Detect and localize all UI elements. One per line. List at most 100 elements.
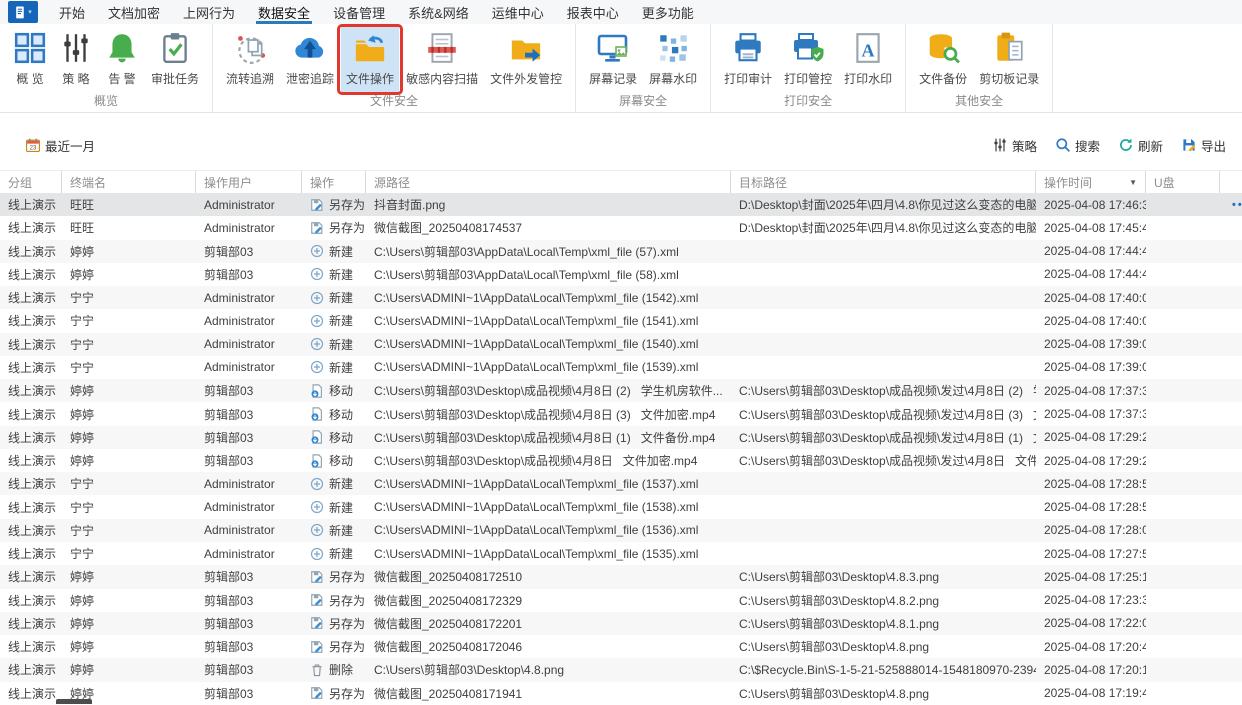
- group-cell: 线上演示: [8, 384, 57, 399]
- table-row[interactable]: 线上演示 婷婷 剪辑部03 另存为 微信截图_20250408171941 C:\User…: [0, 682, 1242, 705]
- date-range-filter[interactable]: 23 最近一月: [25, 136, 95, 155]
- ribbon-button-敏感内容扫描[interactable]: 敏感内容扫描: [401, 26, 483, 93]
- new-plus-icon: [310, 244, 324, 258]
- app-menu-button[interactable]: ▾: [8, 1, 38, 23]
- column-header-源路径[interactable]: 源路径: [366, 171, 731, 193]
- table-row[interactable]: 线上演示 宁宁 Administrator 新建 C:\Users\ADMINI~1\A…: [0, 332, 1242, 356]
- tab-文档加密[interactable]: 文档加密: [106, 0, 162, 24]
- 刷新-button[interactable]: 刷新: [1118, 136, 1163, 155]
- column-header-U盘[interactable]: U盘: [1146, 171, 1220, 193]
- ribbon-button-审批任务[interactable]: 审批任务: [146, 26, 204, 93]
- tab-报表中心[interactable]: 报表中心: [565, 0, 621, 24]
- table-row[interactable]: 线上演示 宁宁 Administrator 新建 C:\Users\ADMINI~1\A…: [0, 518, 1242, 542]
- table-row[interactable]: 线上演示 宁宁 Administrator 新建 C:\Users\ADMINI~1\A…: [0, 286, 1242, 310]
- user-cell: 剪辑部03: [204, 430, 254, 445]
- column-header-操作[interactable]: 操作: [302, 171, 366, 193]
- user-cell: Administrator: [204, 197, 275, 212]
- table-row[interactable]: 线上演示 旺旺 Administrator 另存为 微信截图_2025040817453…: [0, 216, 1242, 239]
- ribbon-button-打印管控[interactable]: 打印管控: [779, 26, 837, 93]
- table-row[interactable]: 线上演示 婷婷 剪辑部03 另存为 微信截图_20250408172201 C:\User…: [0, 611, 1242, 636]
- ribbon-button-label: 泄密追踪: [286, 72, 335, 86]
- column-header-目标路径[interactable]: 目标路径: [731, 171, 1036, 193]
- operation-cell: 移动: [302, 402, 366, 425]
- ribbon-button-屏幕水印[interactable]: 屏幕水印: [644, 26, 702, 93]
- ribbon-button-文件备份[interactable]: 文件备份: [914, 26, 972, 93]
- overview-grid-icon: [13, 31, 47, 65]
- ribbon-button-打印水印[interactable]: A 打印水印: [839, 26, 897, 93]
- ribbon-button-泄密追踪[interactable]: 泄密追踪: [281, 26, 339, 93]
- source-path-cell: 抖音封面.png: [374, 198, 446, 213]
- ribbon-button-文件外发管控[interactable]: 文件外发管控: [485, 26, 567, 93]
- ribbon-button-屏幕记录[interactable]: 屏幕记录: [584, 26, 642, 93]
- source-path-cell: C:\Users\剪辑部03\Desktop\成品视频\4月8日 (2) 学生机…: [374, 384, 723, 399]
- target-path-cell: C:\Users\剪辑部03\Desktop\成品视频\发过\4月8日 (2) …: [739, 384, 1036, 399]
- table-row[interactable]: 线上演示 宁宁 Administrator 新建 C:\Users\ADMINI~1\A…: [0, 309, 1242, 332]
- ribbon-button-剪切板记录[interactable]: 剪切板记录: [974, 26, 1044, 93]
- column-header-操作时间[interactable]: 操作时间 ▼: [1036, 171, 1146, 193]
- table-row[interactable]: 线上演示 旺旺 Administrator 另存为 抖音封面.png D:\Desktop…: [0, 193, 1242, 217]
- tab-系统&网络[interactable]: 系统&网络: [406, 0, 471, 24]
- group-cell: 线上演示: [8, 640, 57, 655]
- column-header-终端名[interactable]: 终端名: [62, 171, 196, 193]
- target-path-cell: [731, 333, 1036, 356]
- tab-设备管理[interactable]: 设备管理: [331, 0, 387, 24]
- column-header-分组[interactable]: 分组: [0, 171, 62, 193]
- table-row[interactable]: 线上演示 婷婷 剪辑部03 移动 C:\Users\剪辑部03\Desktop\成品视频…: [0, 449, 1242, 472]
- filter-toolbar: 23 最近一月 策略 搜索 刷新 导出: [0, 128, 1242, 162]
- usb-cell: [1146, 682, 1220, 705]
- operation-time-cell: 2025-04-08 17:40:03: [1044, 290, 1146, 305]
- source-path-cell: 微信截图_20250408174537: [374, 221, 523, 236]
- operation-cell: 另存为: [302, 193, 366, 216]
- 导出-button[interactable]: 导出: [1181, 136, 1226, 155]
- source-path-cell: 微信截图_20250408171941: [374, 686, 523, 701]
- table-row[interactable]: 线上演示 宁宁 Administrator 新建 C:\Users\ADMINI~1\A…: [0, 542, 1242, 565]
- operation-time-cell: 2025-04-08 17:44:45: [1044, 244, 1146, 259]
- column-header-操作用户[interactable]: 操作用户: [196, 171, 302, 193]
- tab-开始[interactable]: 开始: [57, 0, 87, 24]
- table-row[interactable]: 线上演示 婷婷 剪辑部03 新建 C:\Users\剪辑部03\AppData\Loca…: [0, 263, 1242, 286]
- table-row[interactable]: 线上演示 婷婷 剪辑部03 另存为 微信截图_20250408172510 C:\User…: [0, 565, 1242, 589]
- row-actions-cell: [1220, 356, 1242, 379]
- operation-time-cell: 2025-04-08 17:45:41: [1044, 220, 1146, 235]
- tab-上网行为[interactable]: 上网行为: [181, 0, 237, 24]
- target-path-cell: C:\$Recycle.Bin\S-1-5-21-525888014-15481…: [739, 662, 1036, 677]
- tab-数据安全[interactable]: 数据安全: [256, 0, 312, 24]
- row-actions-cell: [1220, 658, 1242, 681]
- tab-更多功能[interactable]: 更多功能: [640, 0, 696, 24]
- ribbon-button-打印审计[interactable]: 打印审计: [719, 26, 777, 93]
- user-cell: 剪辑部03: [204, 454, 254, 469]
- sort-caret-icon[interactable]: ▼: [1129, 178, 1137, 187]
- save-as-icon: [310, 686, 324, 700]
- user-cell: 剪辑部03: [204, 244, 254, 259]
- ribbon-button-文件操作[interactable]: 文件操作: [337, 24, 404, 95]
- 策略-button[interactable]: 策略: [992, 136, 1037, 155]
- table-row[interactable]: 线上演示 婷婷 剪辑部03 移动 C:\Users\剪辑部03\Desktop\成品视频…: [0, 402, 1242, 425]
- table-row[interactable]: 线上演示 宁宁 Administrator 新建 C:\Users\ADMINI~1\A…: [0, 472, 1242, 496]
- table-row[interactable]: 线上演示 婷婷 剪辑部03 删除 C:\Users\剪辑部03\Desktop\4.8.…: [0, 658, 1242, 682]
- row-actions-cell: [1220, 472, 1242, 495]
- ribbon-button-流转追溯[interactable]: 流转追溯: [221, 26, 279, 93]
- table-row[interactable]: 线上演示 婷婷 剪辑部03 移动 C:\Users\剪辑部03\Desktop\成品视频…: [0, 379, 1242, 403]
- file-operation-folder-icon: [353, 31, 387, 65]
- operation-time-cell: 2025-04-08 17:37:39: [1044, 407, 1146, 422]
- table-row[interactable]: 线上演示 宁宁 Administrator 新建 C:\Users\ADMINI~1\A…: [0, 495, 1242, 518]
- table-row[interactable]: 线上演示 婷婷 剪辑部03 另存为 微信截图_20250408172046 C:\User…: [0, 635, 1242, 658]
- table-row[interactable]: 线上演示 婷婷 剪辑部03 移动 C:\Users\剪辑部03\Desktop\成品视频…: [0, 425, 1242, 449]
- user-cell: Administrator: [204, 476, 275, 491]
- tab-运维中心[interactable]: 运维中心: [490, 0, 546, 24]
- ribbon-button-策略[interactable]: 策 略: [54, 26, 98, 93]
- operation-cell: 另存为: [302, 612, 366, 635]
- usb-cell: [1146, 635, 1220, 658]
- ribbon-button-告警[interactable]: 告 警: [100, 26, 144, 93]
- table-body: 线上演示 旺旺 Administrator 另存为 抖音封面.png D:\Desktop…: [0, 193, 1242, 705]
- table-row[interactable]: 线上演示 婷婷 剪辑部03 另存为 微信截图_20250408172329 C:\User…: [0, 589, 1242, 612]
- ribbon-button-概览[interactable]: 概 览: [8, 26, 52, 93]
- row-actions-cell: [1220, 240, 1242, 263]
- row-menu-dots-icon[interactable]: •••: [1228, 199, 1242, 211]
- table-row[interactable]: 线上演示 宁宁 Administrator 新建 C:\Users\ADMINI~1\A…: [0, 356, 1242, 379]
- 搜索-button[interactable]: 搜索: [1055, 136, 1100, 155]
- ribbon: 概 览策 略告 警审批任务 概览 流转追溯 泄密追踪 文件操作 敏感内容扫描 文件外发管控文…: [0, 24, 1242, 113]
- group-cell: 线上演示: [8, 663, 57, 678]
- operation-cell: 删除: [302, 658, 366, 681]
- table-row[interactable]: 线上演示 婷婷 剪辑部03 新建 C:\Users\剪辑部03\AppData\Loca…: [0, 239, 1242, 263]
